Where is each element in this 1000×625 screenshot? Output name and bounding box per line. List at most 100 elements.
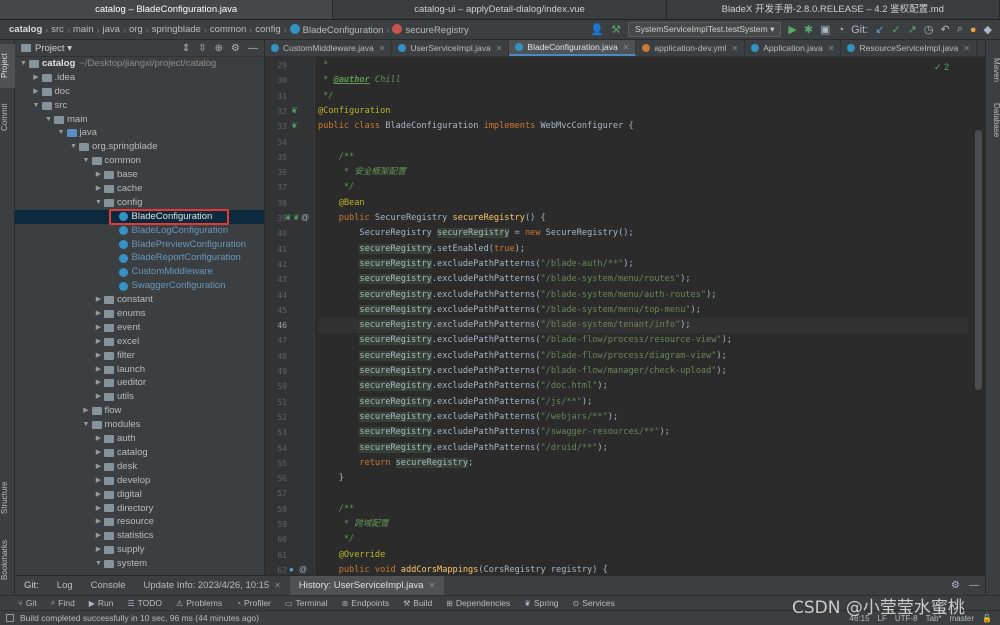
tool-window-button[interactable]: ▶ Run bbox=[89, 598, 114, 608]
close-icon[interactable]: ✕ bbox=[963, 40, 970, 56]
code-line[interactable]: secureRegistry.excludePathPatterns("/swa… bbox=[318, 425, 968, 440]
chevron-down-icon[interactable]: ▼ bbox=[94, 557, 103, 571]
code-line[interactable]: /** bbox=[318, 502, 968, 517]
chevron-right-icon[interactable]: ▶ bbox=[94, 349, 103, 363]
tool-window-button[interactable]: ⊞ Dependencies bbox=[446, 598, 510, 608]
spring-bean-icon[interactable]: ❦ bbox=[293, 213, 300, 222]
tree-folder-item[interactable]: ▶ constant bbox=[15, 293, 264, 307]
minimize-icon[interactable]: — bbox=[248, 43, 258, 54]
chevron-right-icon[interactable]: ▶ bbox=[94, 488, 103, 502]
tab-update-info[interactable]: Update Info: 2023/4/26, 10:15 ✕ bbox=[135, 576, 290, 596]
code-line[interactable]: secureRegistry.excludePathPatterns("/dru… bbox=[318, 441, 968, 456]
tree-class-item[interactable]: BladeLogConfiguration bbox=[15, 224, 264, 238]
chevron-right-icon[interactable]: ▶ bbox=[94, 474, 103, 488]
breadcrumb-item[interactable]: config bbox=[252, 24, 283, 35]
implement-marker-icon[interactable]: @ bbox=[301, 213, 309, 222]
coverage-icon[interactable]: ▣ bbox=[820, 23, 830, 36]
tree-folder-item[interactable]: ▼ src bbox=[15, 99, 264, 113]
tree-folder-item[interactable]: ▼ system bbox=[15, 557, 264, 571]
tree-folder-item[interactable]: ▼ main bbox=[15, 113, 264, 127]
tree-folder-item[interactable]: ▶ directory bbox=[15, 502, 264, 516]
tree-folder-item[interactable]: ▶ flow bbox=[15, 404, 264, 418]
update-available-icon[interactable]: ● bbox=[970, 24, 977, 36]
rollback-icon[interactable]: ↶ bbox=[940, 23, 949, 36]
tree-folder-item[interactable]: ▶ digital bbox=[15, 488, 264, 502]
code-line[interactable]: * @author Chill bbox=[318, 73, 968, 88]
tree-folder-item[interactable]: ▶ utils bbox=[15, 390, 264, 404]
tree-folder-item[interactable]: ▼ config bbox=[15, 196, 264, 210]
tree-folder-item[interactable]: ▶ resource bbox=[15, 515, 264, 529]
tree-folder-item[interactable]: ▶ ueditor bbox=[15, 376, 264, 390]
minimize-icon[interactable]: — bbox=[969, 580, 979, 591]
tool-window-button[interactable]: ⊛ Endpoints bbox=[342, 598, 390, 608]
tree-folder-item[interactable]: ▼ catalog ~/Desktop/jiangxi/project/catalo… bbox=[15, 57, 264, 71]
expand-all-icon[interactable]: ⇕ bbox=[182, 43, 190, 54]
gear-icon[interactable]: ⚙ bbox=[951, 580, 960, 591]
chevron-down-icon[interactable]: ▼ bbox=[19, 57, 28, 71]
tool-window-button[interactable]: ⊙ Services bbox=[573, 598, 615, 608]
tab-log[interactable]: Log bbox=[48, 576, 82, 596]
window-title-catalog-ui[interactable]: catalog-ui – applyDetail-dialog/index.vu… bbox=[333, 0, 667, 19]
tree-class-item[interactable]: SwaggerConfiguration bbox=[15, 279, 264, 293]
chevron-right-icon[interactable]: ▶ bbox=[94, 335, 103, 349]
chevron-right-icon[interactable]: ▶ bbox=[94, 363, 103, 377]
tab-console[interactable]: Console bbox=[82, 576, 135, 596]
code-editor[interactable]: * * @author Chill */ @Configuration public… bbox=[315, 57, 985, 575]
code-line[interactable]: */ bbox=[318, 180, 968, 195]
tool-window-button[interactable]: ☰ TODO bbox=[127, 598, 162, 608]
editor-tab[interactable]: BladeConfiguration.java ✕ bbox=[509, 40, 637, 56]
window-title-catalog[interactable]: catalog – BladeConfiguration.java bbox=[0, 0, 334, 19]
editor-scrollbar[interactable] bbox=[975, 130, 982, 390]
editor-tab[interactable]: Application.java ✕ bbox=[745, 40, 842, 56]
code-line[interactable]: public SecureRegistry secureRegistry() { bbox=[318, 211, 968, 226]
chevron-right-icon[interactable]: ▶ bbox=[94, 515, 103, 529]
close-icon[interactable]: ✕ bbox=[379, 40, 386, 56]
breadcrumb-item[interactable]: common bbox=[207, 24, 249, 35]
project-tool-tab[interactable]: Project bbox=[0, 44, 15, 88]
jetbrains-logo-icon[interactable]: ◆ bbox=[984, 23, 992, 36]
spring-bean-icon[interactable]: ❦ bbox=[285, 213, 292, 222]
breadcrumb-item[interactable]: src bbox=[48, 24, 67, 35]
code-line[interactable]: secureRegistry.excludePathPatterns("/bla… bbox=[318, 272, 968, 287]
tree-folder-item[interactable]: ▼ modules bbox=[15, 418, 264, 432]
git-commit-icon[interactable]: ✓ bbox=[891, 23, 900, 36]
window-title-bladex-docs[interactable]: BladeX 开发手册-2.8.0.RELEASE – 4.2 鉴权配置.md bbox=[667, 0, 1000, 19]
chevron-down-icon[interactable]: ▼ bbox=[44, 113, 53, 127]
tool-window-button[interactable]: ⚠ Problems bbox=[176, 598, 222, 608]
chevron-down-icon[interactable]: ▼ bbox=[82, 418, 91, 432]
close-icon[interactable]: ✕ bbox=[732, 40, 739, 56]
breadcrumb-item[interactable]: catalog bbox=[6, 24, 45, 35]
breadcrumb-item[interactable]: main bbox=[70, 24, 97, 35]
code-line[interactable]: secureRegistry.excludePathPatterns("/bla… bbox=[318, 318, 968, 334]
code-line[interactable]: /** bbox=[318, 150, 968, 165]
tool-window-button[interactable]: ⌕ Find bbox=[51, 598, 75, 608]
code-line[interactable]: * bbox=[318, 58, 968, 73]
tree-folder-item[interactable]: ▶ base bbox=[15, 168, 264, 182]
tree-folder-item[interactable]: ▶ launch bbox=[15, 363, 264, 377]
chevron-right-icon[interactable]: ▶ bbox=[94, 307, 103, 321]
chevron-right-icon[interactable]: ▶ bbox=[94, 321, 103, 335]
tree-folder-item[interactable]: ▶ .idea bbox=[15, 71, 264, 85]
tree-folder-item[interactable]: ▶ develop bbox=[15, 474, 264, 488]
chevron-down-icon[interactable]: ▼ bbox=[94, 196, 103, 210]
chevron-right-icon[interactable]: ▶ bbox=[94, 529, 103, 543]
chevron-down-icon[interactable]: ▼ bbox=[57, 126, 66, 140]
tree-folder-item[interactable]: ▶ desk bbox=[15, 460, 264, 474]
editor-tab[interactable]: ResourceServiceImpl.java ✕ bbox=[841, 40, 977, 56]
tree-class-item[interactable]: BladeReportConfiguration bbox=[15, 251, 264, 265]
editor-tab[interactable]: CustomMiddleware.java ✕ bbox=[265, 40, 393, 56]
bookmarks-tool-tab[interactable]: Bookmarks bbox=[0, 532, 15, 588]
chevron-right-icon[interactable]: ▶ bbox=[94, 432, 103, 446]
spring-bean-icon[interactable]: ❦ bbox=[291, 121, 298, 130]
locate-icon[interactable]: ⊕ bbox=[215, 43, 223, 54]
close-icon[interactable]: ✕ bbox=[623, 40, 630, 56]
chevron-right-icon[interactable]: ▶ bbox=[32, 71, 41, 85]
tree-class-item[interactable]: CustomMiddleware bbox=[15, 265, 264, 279]
chevron-down-icon[interactable]: ▼ bbox=[82, 154, 91, 168]
project-view-select[interactable]: Project ▾ bbox=[35, 43, 72, 54]
tree-folder-item[interactable]: ▼ common bbox=[15, 154, 264, 168]
code-line[interactable]: public class BladeConfiguration implemen… bbox=[318, 119, 968, 134]
tab-overflow-icon[interactable]: ⌄ ⋮ bbox=[977, 40, 985, 56]
code-line[interactable]: secureRegistry.excludePathPatterns("/bla… bbox=[318, 333, 968, 348]
run-configuration-select[interactable]: SystemServiceImplTest.testSystem ▾ bbox=[627, 22, 782, 37]
